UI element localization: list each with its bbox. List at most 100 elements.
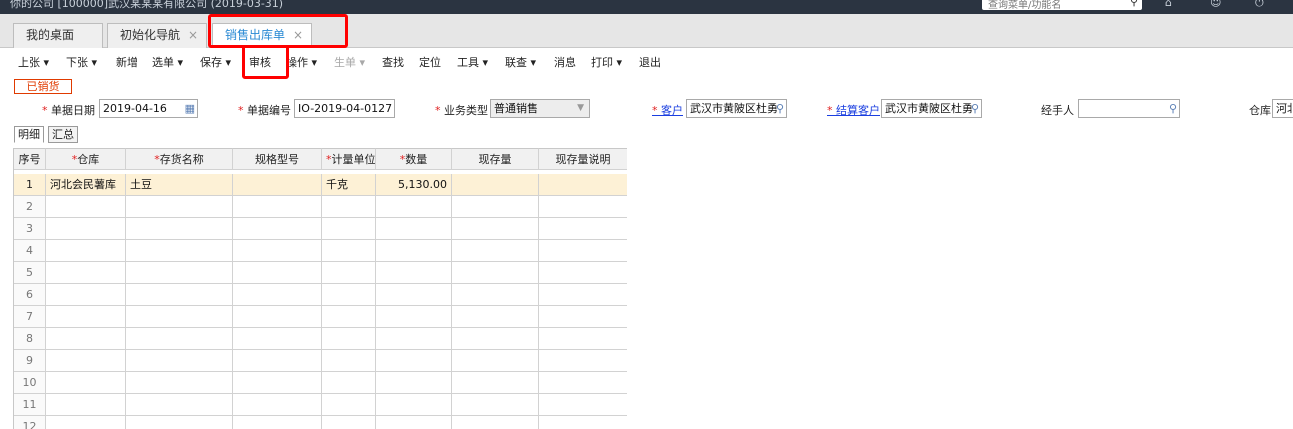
grid-cell[interactable] xyxy=(46,416,126,429)
power-icon[interactable]: ⏻ xyxy=(1255,0,1264,10)
tab-my-desktop[interactable]: 我的桌面 xyxy=(13,23,103,48)
handler-field[interactable]: ⚲ xyxy=(1078,99,1180,118)
biz-type-select[interactable]: 普通销售 ▼ xyxy=(490,99,590,118)
search-icon[interactable]: ⚲ xyxy=(1169,100,1177,117)
search-icon[interactable]: ⚲ xyxy=(1130,0,1138,8)
number-field[interactable]: IO-2019-04-0127 xyxy=(294,99,395,118)
grid-cell[interactable] xyxy=(539,372,627,394)
table-row[interactable]: 8 xyxy=(14,328,627,350)
grid-cell[interactable] xyxy=(376,328,452,350)
grid-cell[interactable] xyxy=(322,240,376,262)
subtab-detail[interactable]: 明细 xyxy=(14,126,44,143)
col-header-warehouse[interactable]: *仓库 xyxy=(46,148,126,170)
close-icon[interactable]: × xyxy=(188,24,198,47)
user-icon[interactable]: ☺ xyxy=(1210,0,1221,9)
grid-cell[interactable] xyxy=(452,416,539,429)
menu-search-box[interactable]: 查询菜单/功能名 ⚲ xyxy=(982,0,1142,11)
grid-cell[interactable] xyxy=(322,262,376,284)
grid-cell[interactable] xyxy=(539,394,627,416)
grid-cell[interactable] xyxy=(126,350,233,372)
table-row[interactable]: 1 河北会民薯库 土豆 千克 5,130.00 xyxy=(14,174,627,196)
grid-cell[interactable] xyxy=(322,306,376,328)
col-header-item-name[interactable]: *存货名称 xyxy=(126,148,233,170)
grid-cell[interactable] xyxy=(452,284,539,306)
grid-cell[interactable] xyxy=(233,350,322,372)
grid-cell[interactable] xyxy=(126,240,233,262)
table-row[interactable]: 4 xyxy=(14,240,627,262)
select-bill-button[interactable]: 选单 ▾ xyxy=(152,54,183,70)
grid-cell[interactable] xyxy=(452,394,539,416)
grid-cell[interactable] xyxy=(376,196,452,218)
grid-cell[interactable] xyxy=(376,306,452,328)
subtab-summary[interactable]: 汇总 xyxy=(48,126,78,143)
grid-cell[interactable] xyxy=(376,416,452,429)
grid-cell[interactable] xyxy=(233,262,322,284)
generate-button[interactable]: 生单 ▾ xyxy=(334,54,365,70)
table-row[interactable]: 2 xyxy=(14,196,627,218)
grid-cell[interactable] xyxy=(46,240,126,262)
table-row[interactable]: 10 xyxy=(14,372,627,394)
grid-cell[interactable] xyxy=(233,306,322,328)
grid-cell[interactable] xyxy=(126,196,233,218)
grid-cell[interactable] xyxy=(322,284,376,306)
grid-cell[interactable] xyxy=(322,372,376,394)
table-row[interactable]: 3 xyxy=(14,218,627,240)
next-button[interactable]: 下张 ▾ xyxy=(66,54,97,70)
home-icon[interactable]: ⌂ xyxy=(1165,0,1172,9)
grid-cell[interactable] xyxy=(126,394,233,416)
grid-cell[interactable] xyxy=(233,218,322,240)
cell-unit[interactable]: 千克 xyxy=(322,174,376,196)
grid-cell[interactable] xyxy=(126,416,233,429)
grid-cell[interactable] xyxy=(126,328,233,350)
grid-cell[interactable] xyxy=(126,262,233,284)
grid-cell[interactable] xyxy=(46,394,126,416)
tools-button[interactable]: 工具 ▾ xyxy=(457,54,488,70)
grid-cell[interactable] xyxy=(376,262,452,284)
tab-sales-outbound[interactable]: 销售出库单 × xyxy=(212,23,312,49)
grid-cell[interactable] xyxy=(452,350,539,372)
grid-cell[interactable] xyxy=(322,196,376,218)
save-button[interactable]: 保存 ▾ xyxy=(200,54,231,70)
table-row[interactable]: 12 xyxy=(14,416,627,429)
settle-customer-field[interactable]: 武汉市黄陂区杜勇 ⚲ xyxy=(881,99,982,118)
grid-cell[interactable] xyxy=(376,284,452,306)
grid-cell[interactable] xyxy=(322,350,376,372)
grid-cell[interactable] xyxy=(539,350,627,372)
grid-cell[interactable] xyxy=(46,196,126,218)
grid-cell[interactable] xyxy=(46,306,126,328)
grid-cell[interactable] xyxy=(46,218,126,240)
tab-init-guide[interactable]: 初始化导航 × xyxy=(107,23,207,48)
grid-cell[interactable] xyxy=(452,196,539,218)
grid-cell[interactable] xyxy=(322,394,376,416)
grid-cell[interactable] xyxy=(539,262,627,284)
close-icon[interactable]: × xyxy=(293,24,303,47)
grid-cell[interactable] xyxy=(233,328,322,350)
new-button[interactable]: 新增 xyxy=(116,54,138,70)
grid-cell[interactable] xyxy=(452,372,539,394)
grid-cell[interactable] xyxy=(539,196,627,218)
settle-customer-link[interactable]: * 结算客户 xyxy=(827,102,880,118)
grid-cell[interactable] xyxy=(46,328,126,350)
grid-cell[interactable] xyxy=(126,372,233,394)
col-header-unit[interactable]: *计量单位 xyxy=(322,148,376,170)
message-button[interactable]: 消息 xyxy=(554,54,576,70)
table-row[interactable]: 5 xyxy=(14,262,627,284)
grid-cell[interactable] xyxy=(46,262,126,284)
cell-spec[interactable] xyxy=(233,174,322,196)
col-header-spec[interactable]: 规格型号 xyxy=(233,148,322,170)
cell-qty[interactable]: 5,130.00 xyxy=(376,174,452,196)
audit-button[interactable]: 审核 xyxy=(249,54,271,70)
grid-cell[interactable] xyxy=(376,218,452,240)
grid-cell[interactable] xyxy=(233,372,322,394)
chevron-down-icon[interactable]: ▼ xyxy=(577,100,584,117)
table-row[interactable]: 11 xyxy=(14,394,627,416)
grid-cell[interactable] xyxy=(376,350,452,372)
grid-cell[interactable] xyxy=(126,284,233,306)
linked-query-button[interactable]: 联查 ▾ xyxy=(505,54,536,70)
grid-cell[interactable] xyxy=(322,416,376,429)
grid-cell[interactable] xyxy=(452,328,539,350)
search-icon[interactable]: ⚲ xyxy=(971,100,979,117)
customer-link[interactable]: * 客户 xyxy=(652,102,683,118)
grid-cell[interactable] xyxy=(233,416,322,429)
cell-warehouse[interactable]: 河北会民薯库 xyxy=(46,174,126,196)
